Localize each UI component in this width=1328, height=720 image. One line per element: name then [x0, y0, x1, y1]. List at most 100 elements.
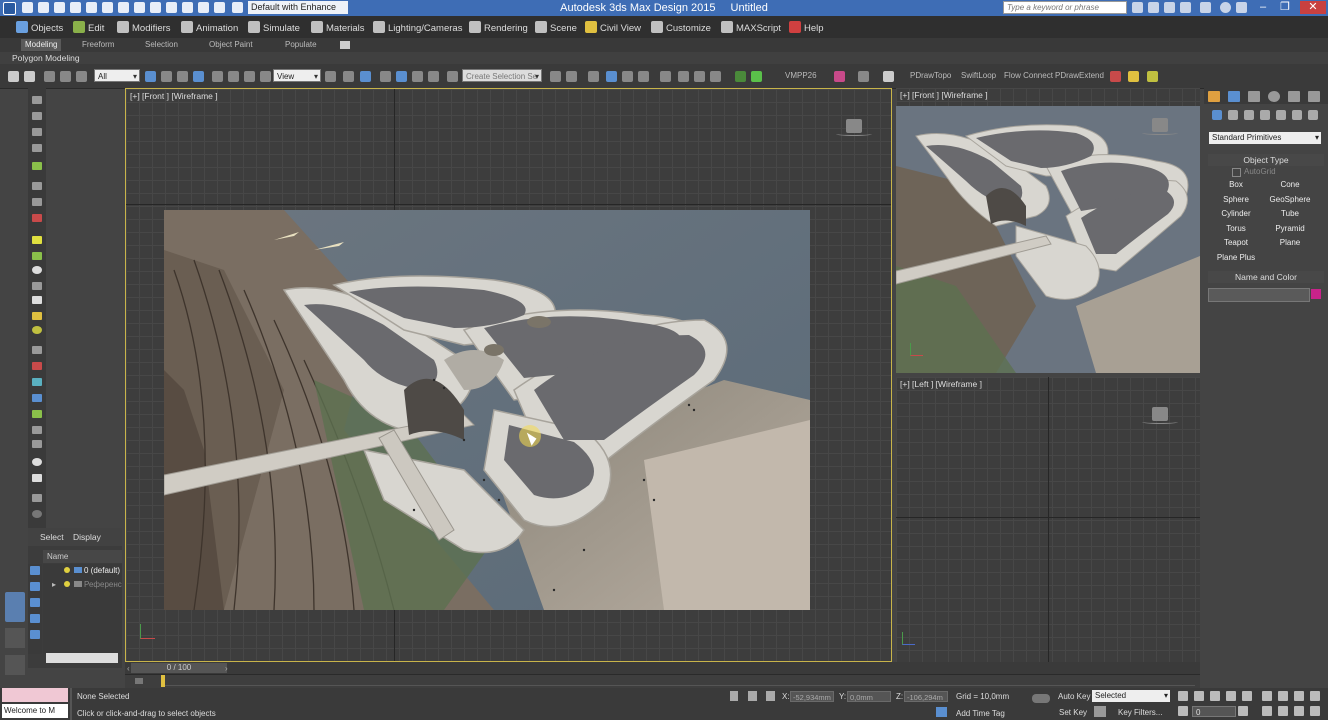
autogrid-checkbox[interactable] [1232, 168, 1241, 177]
cylinder-button[interactable]: Cylinder [1210, 209, 1262, 218]
display-tab-icon[interactable] [1288, 91, 1300, 102]
modify-tab-icon[interactable] [1228, 91, 1240, 102]
viewport-label[interactable]: [+] [Left ] [Wireframe ] [900, 379, 982, 389]
minimize-button[interactable]: – [1254, 1, 1272, 14]
refresh-icon[interactable] [858, 71, 869, 82]
help-icon[interactable] [1220, 2, 1231, 13]
pyramid-button[interactable]: Pyramid [1264, 224, 1316, 233]
menu-lighting-cameras[interactable]: Lighting/Cameras [373, 21, 462, 34]
sign-in-icon[interactable] [1200, 2, 1211, 13]
select-and-link-icon[interactable] [44, 71, 55, 82]
name-column-header[interactable]: Name [43, 550, 122, 563]
x-coordinate-field[interactable]: -52,934mm [790, 691, 834, 702]
reference-coordinate-dropdown[interactable]: View [273, 69, 321, 83]
utilities-tab-icon[interactable] [1308, 91, 1320, 102]
geometry-icon[interactable] [1212, 110, 1222, 120]
teapot-button[interactable]: Teapot [1210, 238, 1262, 247]
systems-icon[interactable] [1308, 110, 1318, 120]
track-bar[interactable] [125, 674, 1200, 689]
tool-icon-20[interactable] [32, 410, 42, 418]
y-coordinate-field[interactable]: 0,0mm [847, 691, 891, 702]
tool-icon-19[interactable] [32, 394, 42, 402]
layer-explorer-icon[interactable] [606, 71, 617, 82]
tool-icon-26[interactable] [32, 510, 42, 518]
key-icon[interactable] [1094, 706, 1106, 717]
tool-icon-17[interactable] [32, 362, 42, 370]
tool-icon-15[interactable] [32, 326, 42, 334]
viewport-label[interactable]: [+] [Front ] [Wireframe ] [130, 91, 218, 101]
tool-icon-9[interactable] [32, 236, 42, 244]
shapes-icon[interactable] [1228, 110, 1238, 120]
add-icon[interactable] [883, 71, 894, 82]
close-button[interactable]: ✕ [1300, 1, 1326, 14]
bind-space-warp-icon[interactable] [76, 71, 87, 82]
align-icon[interactable] [566, 71, 577, 82]
spinner-snap-icon[interactable] [428, 71, 439, 82]
percent-snap-icon[interactable] [412, 71, 423, 82]
maxscript-output[interactable]: Welcome to M [2, 704, 68, 718]
menu-modifiers[interactable]: Modifiers [117, 21, 171, 34]
field-of-view-icon[interactable] [1262, 706, 1272, 716]
select-by-name-icon[interactable] [161, 71, 172, 82]
tool-icon-12[interactable] [32, 282, 42, 290]
tool-icon-7[interactable] [32, 198, 42, 206]
undo-icon[interactable] [8, 71, 19, 82]
ribbon-toggle-icon[interactable] [622, 71, 633, 82]
invert-display-icon[interactable] [30, 598, 40, 607]
curve-editor-icon[interactable] [638, 71, 649, 82]
tool-icon-5[interactable] [32, 162, 42, 170]
window-crossing-toggle-icon[interactable] [193, 71, 204, 82]
z-coordinate-field[interactable]: -106,294m [904, 691, 948, 702]
sphere-button[interactable]: Sphere [1210, 195, 1262, 204]
current-frame-field[interactable]: 0 [1192, 706, 1236, 717]
tool-icon-22[interactable] [32, 440, 42, 448]
time-tag-icon[interactable] [936, 707, 947, 717]
flow-connect-button[interactable]: Flow Connect [1004, 71, 1053, 80]
tool-icon-25[interactable] [32, 494, 42, 502]
menu-scene[interactable]: Scene [535, 21, 577, 34]
communication-icon[interactable] [1164, 2, 1175, 13]
viewport-top-right[interactable]: [+] [Front ] [Wireframe ] [896, 88, 1200, 373]
menu-help[interactable]: Help [789, 21, 824, 34]
tool-icon-8[interactable] [32, 214, 42, 222]
zoom-icon[interactable] [1262, 691, 1272, 701]
tool-icon-18[interactable] [32, 378, 42, 386]
time-configuration-icon[interactable] [1238, 706, 1248, 716]
swiftloop-button[interactable]: SwiftLoop [961, 71, 996, 80]
tube-button[interactable]: Tube [1264, 209, 1316, 218]
cone-button[interactable]: Cone [1264, 180, 1316, 189]
tab-populate[interactable]: Populate [285, 40, 317, 49]
sort-by-hierarchy-icon[interactable] [30, 614, 40, 623]
key-filters-button[interactable]: Key Filters... [1118, 708, 1162, 717]
light-bulb-icon[interactable] [64, 567, 70, 573]
rendered-frame-window-icon[interactable] [710, 71, 721, 82]
tool-icon-21[interactable] [32, 426, 42, 434]
mirror-icon[interactable] [550, 71, 561, 82]
zoom-all-icon[interactable] [1278, 691, 1288, 701]
favorites-icon[interactable] [1180, 2, 1191, 13]
key-mode-toggle-icon[interactable] [1178, 706, 1188, 716]
plane-plus-button[interactable]: Plane Plus [1210, 253, 1262, 262]
menu-rendering[interactable]: Rendering [469, 21, 528, 34]
time-next-icon[interactable]: › [225, 664, 228, 673]
explorer-icon-3[interactable] [5, 655, 25, 675]
menu-objects[interactable]: Objects [16, 21, 63, 34]
explorer-icon[interactable] [5, 592, 25, 622]
cameras-icon[interactable] [1260, 110, 1270, 120]
primitive-category-dropdown[interactable]: Standard Primitives [1209, 132, 1321, 144]
zoom-extents-all-icon[interactable] [1310, 691, 1320, 701]
select-manipulate-icon[interactable] [343, 71, 354, 82]
previous-frame-icon[interactable] [1194, 691, 1204, 701]
light-bulb-icon[interactable] [64, 581, 70, 587]
pdrawextend-button[interactable]: PDrawExtend [1055, 71, 1104, 80]
polygon-modeling-panel[interactable]: Polygon Modeling [12, 53, 80, 63]
hierarchy-tab-icon[interactable] [1248, 91, 1260, 102]
go-to-end-icon[interactable] [1242, 691, 1252, 701]
motion-tab-icon[interactable] [1268, 91, 1280, 102]
space-warps-icon[interactable] [1292, 110, 1302, 120]
plugin-icon-4[interactable] [1110, 71, 1121, 82]
render-setup-icon[interactable] [694, 71, 705, 82]
rectangular-selection-icon[interactable] [177, 71, 188, 82]
viewcube-icon[interactable] [836, 119, 872, 136]
display-all-icon[interactable] [30, 582, 40, 591]
